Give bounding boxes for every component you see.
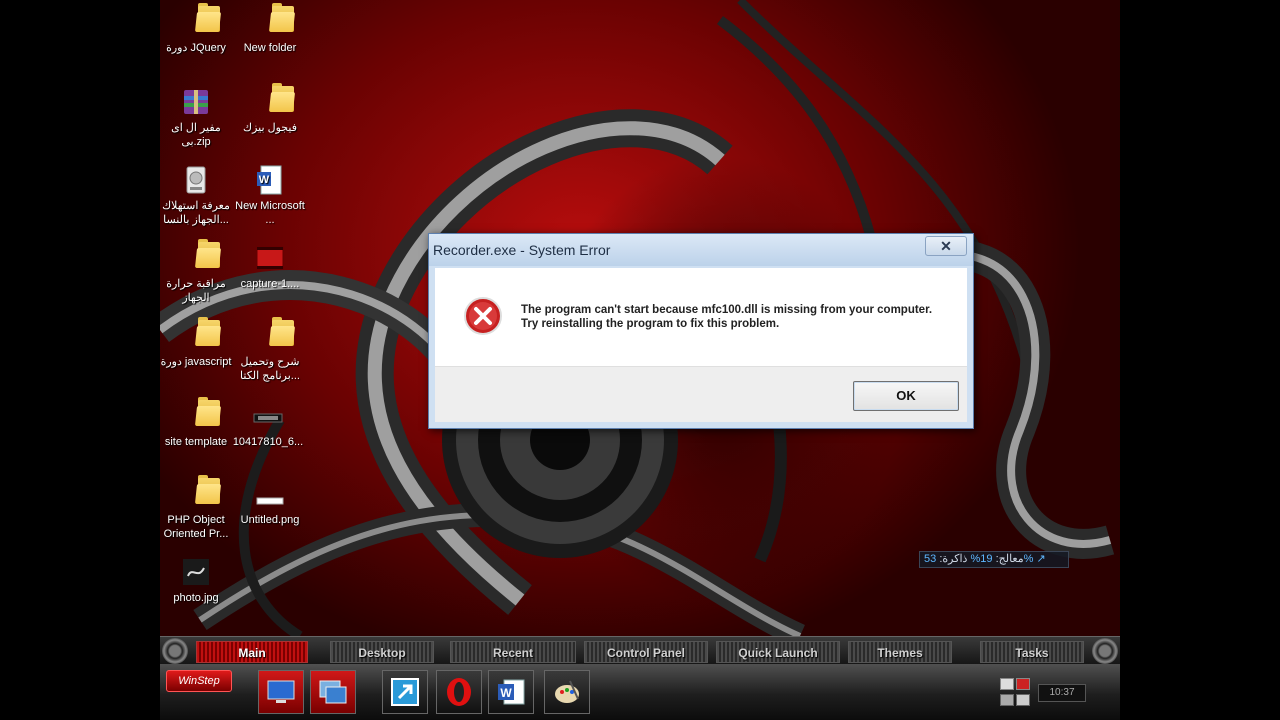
desktop-icon-label: مراقبة حرارة الجهاز xyxy=(166,278,226,304)
desktop-icon-video[interactable]: capture-1.... xyxy=(232,242,308,291)
quick-launch-monitor[interactable] xyxy=(258,670,304,714)
cpu-value: 19% xyxy=(970,553,993,565)
tray-network-icon[interactable] xyxy=(1000,678,1014,690)
performance-widget[interactable]: معالج: 19% ذاكرة: 53% ↗ xyxy=(919,551,1069,568)
desktop-icon-label: دورة JQuery xyxy=(166,42,226,54)
dialog-content: The program can't start because mfc100.d… xyxy=(435,268,967,366)
error-message: The program can't start because mfc100.d… xyxy=(521,304,933,330)
system-error-dialog: Recorder.exe - System Error ✕ The progra… xyxy=(428,233,974,429)
desktop-icon-label: capture-1.... xyxy=(240,278,300,290)
folder-icon xyxy=(180,317,222,352)
cpu-label: معالج: xyxy=(995,553,1024,565)
dialog-title: Recorder.exe - System Error xyxy=(433,242,611,258)
tab-main[interactable]: Main xyxy=(196,641,308,663)
desktop-icon-label: شرح وتحميل برنامج الكتا... xyxy=(240,356,300,382)
desktop-icon-label: دورة javascript xyxy=(160,356,232,368)
tab-tasks[interactable]: Tasks xyxy=(980,641,1084,663)
desktop-icon-label: New folder xyxy=(243,42,297,54)
quick-launch-shortcut[interactable] xyxy=(382,670,428,714)
folder-icon xyxy=(254,3,296,38)
expand-arrow-icon[interactable]: ↗ xyxy=(1036,553,1045,565)
paint-icon xyxy=(555,680,579,703)
quick-launch-opera[interactable] xyxy=(436,670,482,714)
video-file-icon xyxy=(256,246,284,270)
opera-icon xyxy=(447,678,471,706)
desktop-icon-folder[interactable]: site template xyxy=(160,397,234,449)
desktop-icon-label: 10417810_6... xyxy=(232,436,304,448)
desktop-icon-label: PHP Object Oriented Pr... xyxy=(163,514,229,540)
desktop-icon-image[interactable]: photo.jpg xyxy=(160,556,234,605)
tray-flag-icon[interactable] xyxy=(1016,678,1030,690)
windows-icon xyxy=(319,680,347,704)
dock-menu-bar: Main Desktop Recent Control Panel Quick … xyxy=(160,636,1120,664)
desktop-icon-label: مفير ال اى بى.zip xyxy=(171,122,221,148)
shortcut-icon xyxy=(391,678,419,706)
error-icon xyxy=(464,297,502,335)
photo-file-icon xyxy=(183,559,209,585)
word-icon: W xyxy=(498,679,525,705)
desktop-icon-folder[interactable]: مراقبة حرارة الجهاز xyxy=(160,239,234,305)
tab-control-panel[interactable]: Control Panel xyxy=(584,641,708,663)
winrar-archive-icon xyxy=(184,90,208,114)
quick-launch-bar: WinStep W 10:37 xyxy=(160,664,1120,720)
application-icon xyxy=(186,166,206,194)
folder-icon xyxy=(254,83,296,118)
desktop-icon-label: معرفة استهلاك الجهاز بالنسا... xyxy=(162,200,230,226)
desktop-icon-folder[interactable]: شرح وتحميل برنامج الكتا... xyxy=(232,317,308,383)
desktop-icon-label: site template xyxy=(164,436,228,448)
tab-themes[interactable]: Themes xyxy=(848,641,952,663)
tray-volume-icon[interactable] xyxy=(1016,694,1030,706)
image-file-icon xyxy=(253,413,283,423)
clock[interactable]: 10:37 xyxy=(1038,684,1086,702)
folder-icon xyxy=(180,3,222,38)
quick-launch-windows[interactable] xyxy=(310,670,356,714)
desktop-icon-image[interactable]: 10417810_6... xyxy=(230,400,306,449)
dock-knob-right[interactable] xyxy=(1092,638,1118,664)
desktop-icon-label: photo.jpg xyxy=(173,592,219,604)
quick-launch-paint[interactable] xyxy=(544,670,590,714)
desktop-icon-word[interactable]: W New Microsoft ... xyxy=(232,164,308,227)
svg-text:W: W xyxy=(259,174,270,186)
desktop-icon-app[interactable]: معرفة استهلاك الجهاز بالنسا... xyxy=(160,164,234,227)
word-document-icon: W xyxy=(257,165,282,195)
desktop-icon-label: فيجول بيزك xyxy=(243,122,297,134)
tab-quick-launch[interactable]: Quick Launch xyxy=(716,641,840,663)
memory-label: ذاكرة: xyxy=(939,553,968,565)
tab-desktop[interactable]: Desktop xyxy=(330,641,434,663)
quick-launch-word[interactable]: W xyxy=(488,670,534,714)
dialog-titlebar[interactable]: Recorder.exe - System Error ✕ xyxy=(429,234,973,266)
folder-with-document-icon xyxy=(254,317,296,352)
desktop-icon-folder[interactable]: دورة javascript xyxy=(160,317,234,369)
winstep-button[interactable]: WinStep xyxy=(166,670,232,692)
ok-button[interactable]: OK xyxy=(853,381,959,411)
svg-text:W: W xyxy=(500,686,512,700)
folder-icon xyxy=(180,397,222,432)
close-button[interactable]: ✕ xyxy=(925,236,967,256)
desktop-icon-image[interactable]: Untitled.png xyxy=(232,478,308,527)
desktop-icon-zip[interactable]: مفير ال اى بى.zip xyxy=(160,86,234,149)
png-file-icon xyxy=(256,497,284,505)
desktop-icon-label: Untitled.png xyxy=(240,514,300,526)
desktop-screen: دورة JQuery New folder مفير ال اى بى.zip… xyxy=(160,0,1120,720)
desktop-icon-folder[interactable]: New folder xyxy=(232,3,308,55)
folder-icon xyxy=(180,239,222,274)
desktop-icon-folder[interactable]: فيجول بيزك xyxy=(232,83,308,135)
dock-knob-left[interactable] xyxy=(162,638,188,664)
desktop-icon-label: New Microsoft ... xyxy=(235,200,305,226)
dialog-footer: OK xyxy=(435,366,967,422)
desktop-icon-folder[interactable]: دورة JQuery xyxy=(160,3,234,55)
tab-recent[interactable]: Recent xyxy=(450,641,576,663)
monitor-icon xyxy=(267,680,295,703)
tray-display-icon[interactable] xyxy=(1000,694,1014,706)
folder-icon xyxy=(180,475,222,510)
desktop-icon-folder[interactable]: PHP Object Oriented Pr... xyxy=(160,475,234,541)
